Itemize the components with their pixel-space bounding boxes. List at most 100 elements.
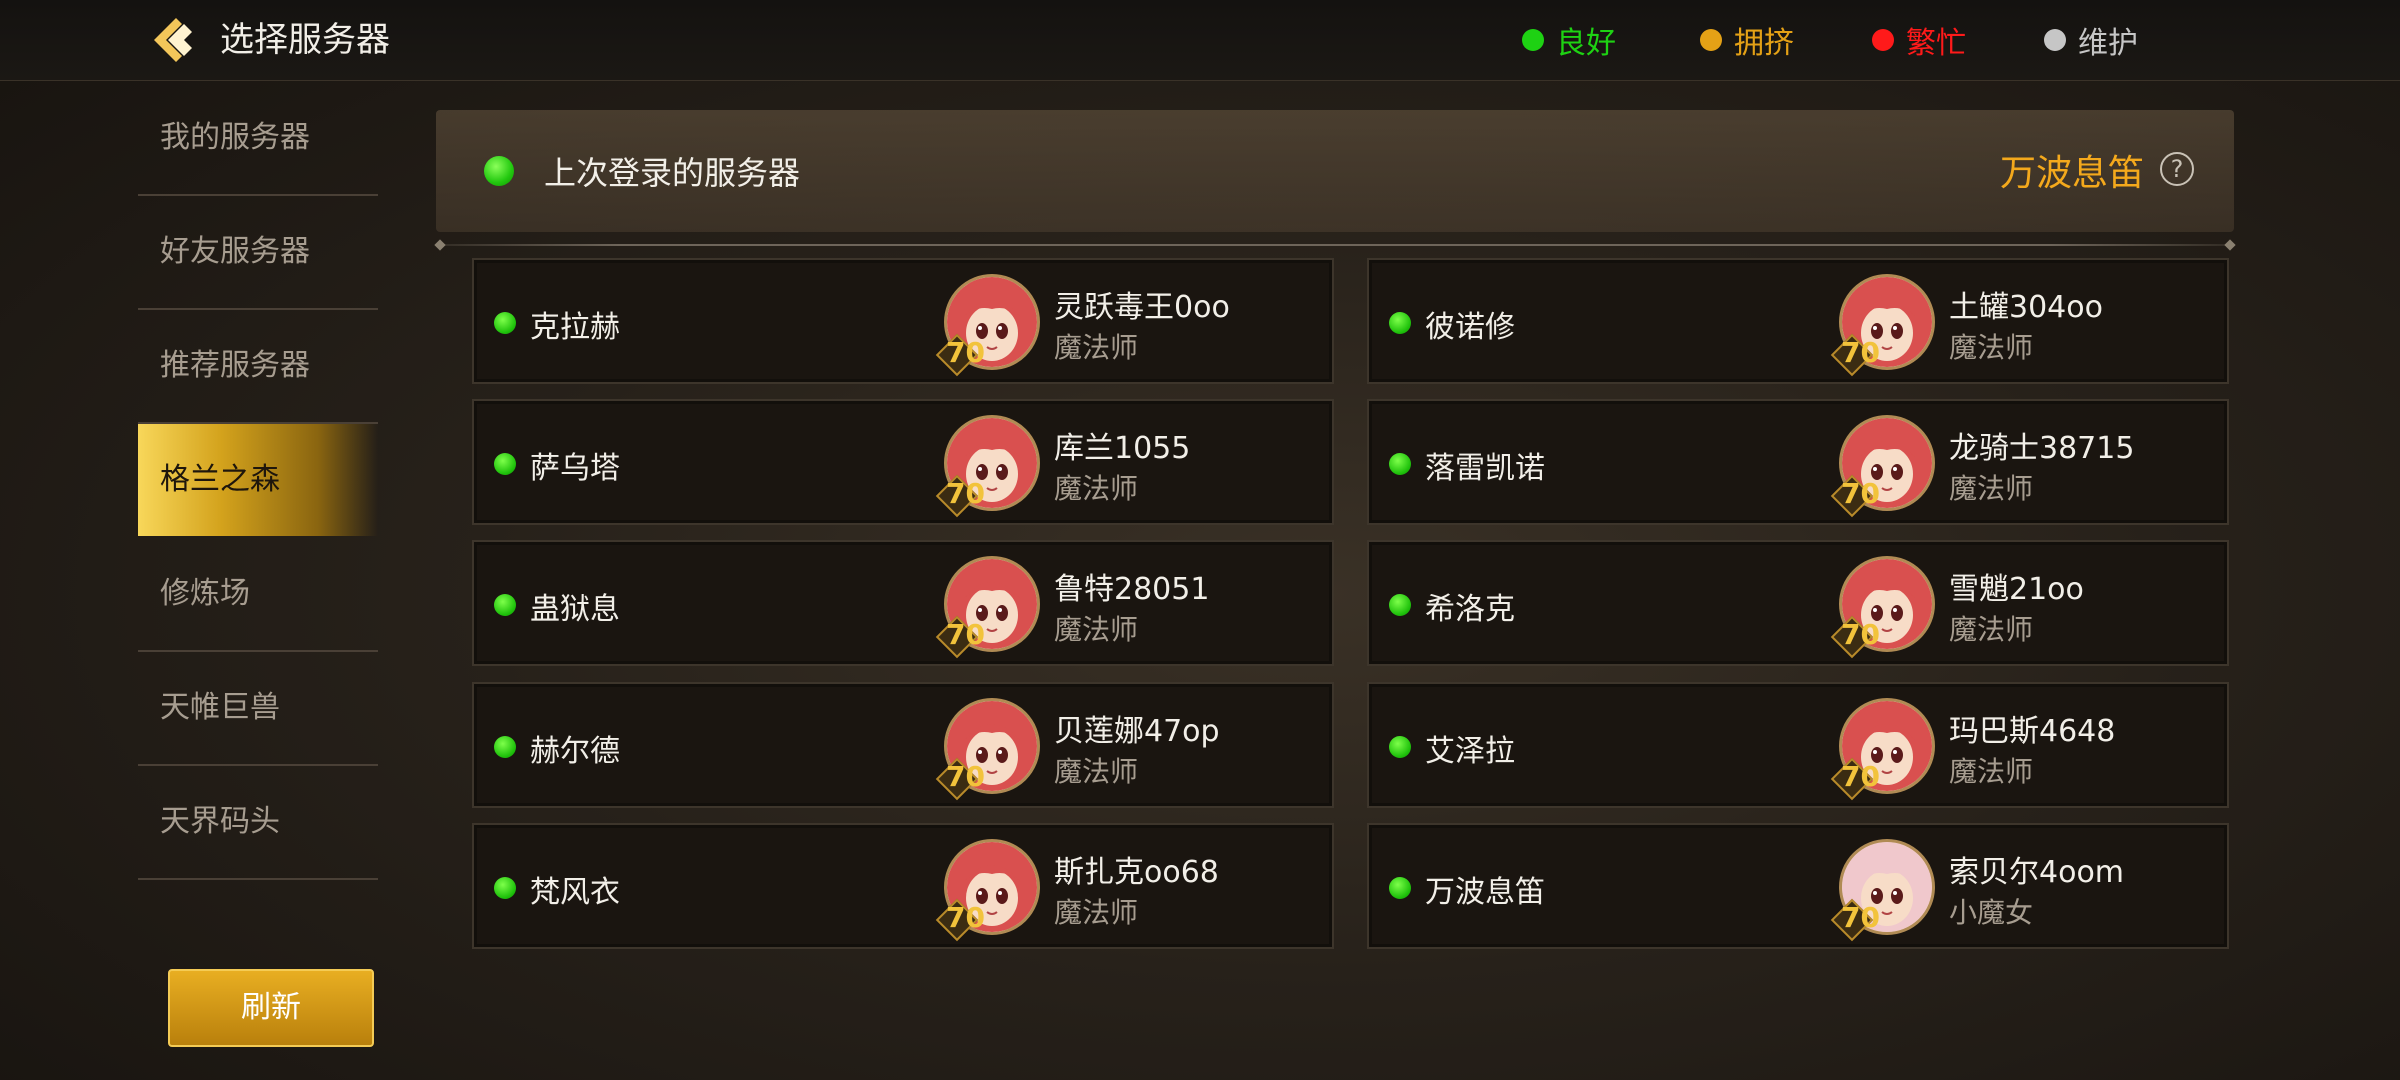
level-value: 70 [1841,477,1880,510]
status-good-dot [1389,736,1411,758]
level-badge: 70 [1830,474,1880,518]
server-name: 萨乌塔 [530,451,620,486]
level-value: 70 [946,760,985,793]
server-card[interactable]: 赫尔德 70 贝莲娜47op 魔法师 [472,682,1334,808]
character-name: 土罐304oo [1949,290,2103,325]
status-good-dot [494,877,516,899]
status-good-dot [1389,312,1411,334]
status-crowded-dot [1700,29,1722,51]
level-badge: 70 [935,757,985,801]
level-value: 70 [1841,336,1880,369]
character-class: 魔法师 [1054,472,1139,505]
page-title: 选择服务器 [220,20,390,60]
server-name: 克拉赫 [530,310,620,345]
divider [440,244,2230,246]
status-busy-dot [1872,29,1894,51]
legend-maintenance: 维护 [2044,18,2138,62]
server-name: 蛊狱息 [530,592,620,627]
character-class: 小魔女 [1949,896,2034,929]
character-class: 魔法师 [1054,896,1139,929]
level-value: 70 [1841,901,1880,934]
server-name: 万波息笛 [1425,875,1545,910]
sidebar-item-label: 好友服务器 [160,234,310,269]
status-good-dot [1389,877,1411,899]
server-card[interactable]: 克拉赫 70 灵跃毒王0oo 魔法师 [472,258,1334,384]
sidebar-item-label: 天帷巨兽 [160,690,280,725]
character-class: 魔法师 [1054,331,1139,364]
sidebar-item-label: 格兰之森 [160,462,280,497]
sidebar-item-grand-forest[interactable]: 格兰之森 [138,424,378,536]
top-bar: 选择服务器 良好 拥挤 繁忙 维护 [0,0,2400,81]
status-good-dot [494,594,516,616]
character-class: 魔法师 [1949,331,2034,364]
character-class: 魔法师 [1054,755,1139,788]
legend-label: 繁忙 [1906,26,1966,61]
server-name: 落雷凯诺 [1425,451,1545,486]
status-good-dot [1389,453,1411,475]
character-name: 玛巴斯4648 [1949,714,2116,749]
status-good-dot [494,312,516,334]
server-card[interactable]: 萨乌塔 70 库兰1055 魔法师 [472,399,1334,525]
refresh-button[interactable]: 刷新 [168,969,374,1047]
server-card[interactable]: 落雷凯诺 70 龙骑士38715 魔法师 [1367,399,2229,525]
sidebar-item-friend-servers[interactable]: 好友服务器 [138,196,378,310]
legend-label: 维护 [2078,26,2138,61]
level-badge: 70 [935,333,985,377]
sidebar-item-training-ground[interactable]: 修炼场 [138,538,378,652]
character-name: 鲁特28051 [1054,572,1210,607]
character-class: 魔法师 [1949,755,2034,788]
level-badge: 70 [935,615,985,659]
sidebar-item-my-servers[interactable]: 我的服务器 [138,82,378,196]
server-card[interactable]: 彼诺修 70 土罐304oo 魔法师 [1367,258,2229,384]
sidebar-item-sky-dock[interactable]: 天界码头 [138,766,378,880]
character-name: 贝莲娜47op [1054,714,1220,749]
back-button[interactable] [148,14,202,66]
sidebar-item-label: 修炼场 [160,576,250,611]
level-badge: 70 [935,898,985,942]
character-name: 库兰1055 [1054,431,1191,466]
sidebar-item-sky-behemoth[interactable]: 天帷巨兽 [138,652,378,766]
last-login-label: 上次登录的服务器 [544,154,801,192]
server-card[interactable]: 希洛克 70 雪魈21oo 魔法师 [1367,540,2229,666]
character-name: 雪魈21oo [1949,572,2084,607]
server-name: 希洛克 [1425,592,1515,627]
legend-crowded: 拥挤 [1700,18,1794,62]
help-icon[interactable]: ? [2160,152,2194,186]
server-name: 彼诺修 [1425,310,1515,345]
server-name: 赫尔德 [530,734,620,769]
level-badge: 70 [1830,615,1880,659]
status-good-dot [494,736,516,758]
level-badge: 70 [935,474,985,518]
last-login-server: 万波息笛 [1999,153,2144,194]
character-class: 魔法师 [1949,472,2034,505]
legend-busy: 繁忙 [1872,18,1966,62]
server-card[interactable]: 梵风衣 70 斯扎克oo68 魔法师 [472,823,1334,949]
character-class: 魔法师 [1054,613,1139,646]
status-good-dot [1522,29,1544,51]
level-badge: 70 [1830,898,1880,942]
status-good-dot [484,156,514,186]
sidebar-item-label: 推荐服务器 [160,348,310,383]
level-value: 70 [946,618,985,651]
back-arrow-icon [154,18,192,62]
last-login-bar[interactable]: 上次登录的服务器 万波息笛 ? [436,110,2234,232]
level-badge: 70 [1830,757,1880,801]
server-card[interactable]: 万波息笛 70 索贝尔4oom 小魔女 [1367,823,2229,949]
legend-label: 良好 [1556,26,1616,61]
character-name: 索贝尔4oom [1949,855,2125,890]
character-name: 龙骑士38715 [1949,431,2135,466]
character-name: 灵跃毒王0oo [1054,290,1230,325]
legend-label: 拥挤 [1734,26,1794,61]
status-good-dot [1389,594,1411,616]
server-name: 艾泽拉 [1425,734,1515,769]
level-value: 70 [1841,760,1880,793]
level-value: 70 [946,477,985,510]
server-card[interactable]: 艾泽拉 70 玛巴斯4648 魔法师 [1367,682,2229,808]
character-name: 斯扎克oo68 [1054,855,1219,890]
sidebar-item-recommended-servers[interactable]: 推荐服务器 [138,310,378,424]
level-value: 70 [1841,618,1880,651]
server-card[interactable]: 蛊狱息 70 鲁特28051 魔法师 [472,540,1334,666]
sidebar-item-label: 天界码头 [160,804,280,839]
level-value: 70 [946,901,985,934]
character-class: 魔法师 [1949,613,2034,646]
